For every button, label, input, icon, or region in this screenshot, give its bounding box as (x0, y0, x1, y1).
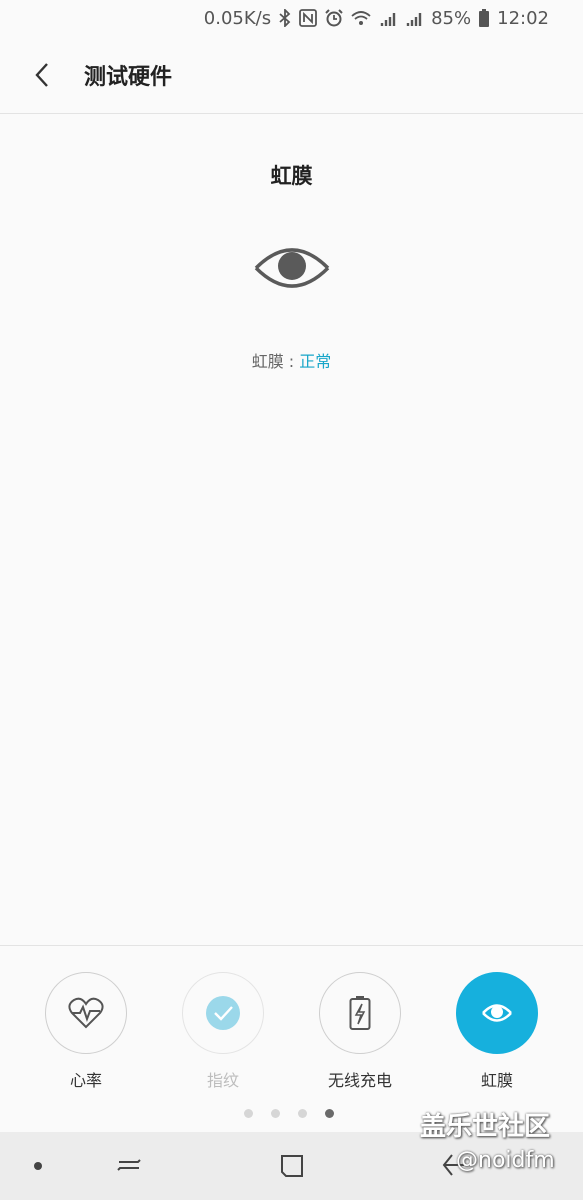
app-bar: 测试硬件 (0, 36, 583, 114)
eye-icon (253, 240, 331, 296)
status-bar: 0.05K/s 85% 12:02 (0, 0, 583, 36)
alarm-icon (325, 9, 343, 27)
heart-rate-icon (68, 997, 104, 1029)
chevron-left-icon (35, 62, 48, 87)
tab-iris-circle[interactable] (456, 972, 538, 1054)
nfc-icon (299, 9, 318, 27)
net-speed: 0.05K/s (203, 7, 272, 29)
bluetooth-icon (279, 9, 291, 27)
page-dot (298, 1109, 307, 1118)
battery-percent: 85% (431, 7, 472, 29)
nav-dot-icon[interactable] (34, 1162, 42, 1170)
status-label: 虹膜 : (251, 352, 300, 371)
tab-iris[interactable]: 虹膜 (447, 972, 547, 1091)
watermark: 盖乐世社区 (420, 1112, 551, 1142)
tab-fingerprint-label: 指纹 (206, 1071, 239, 1090)
page-title: 测试硬件 (84, 64, 173, 90)
battery-icon (479, 9, 490, 27)
home-button[interactable] (278, 1152, 306, 1184)
battery-charge-icon (349, 996, 371, 1030)
bottom-tab-panel: 心率 指纹 无线充电 虹膜 (0, 945, 583, 1132)
tab-wireless-charging-circle[interactable] (319, 972, 401, 1054)
home-icon (281, 1155, 303, 1177)
status-line: 虹膜 : 正常 (0, 348, 583, 372)
tab-wireless-charging-label: 无线充电 (327, 1071, 392, 1090)
page-indicator (244, 1109, 352, 1118)
recent-apps-icon (117, 1159, 141, 1171)
eye-icon (482, 1004, 512, 1022)
tab-iris-label: 虹膜 (480, 1071, 513, 1090)
tab-heart-rate-circle[interactable] (45, 972, 127, 1054)
back-button[interactable] (22, 55, 62, 95)
tab-fingerprint[interactable]: 指纹 (173, 972, 273, 1091)
tab-heart-rate[interactable]: 心率 (36, 972, 136, 1091)
status-value: 正常 (299, 352, 332, 371)
page-dot (271, 1109, 280, 1118)
check-icon (206, 996, 240, 1030)
signal-4g-icon (405, 10, 423, 26)
page-dot-active (325, 1109, 334, 1118)
signal-4g-icon (379, 10, 397, 26)
wifi-icon (351, 10, 371, 26)
clock: 12:02 (497, 7, 549, 29)
tab-fingerprint-circle[interactable] (182, 972, 264, 1054)
page-dot (244, 1109, 253, 1118)
tab-wireless-charging[interactable]: 无线充电 (310, 972, 410, 1091)
watermark-handle: @noidfm (456, 1148, 555, 1173)
test-title: 虹膜 (270, 164, 313, 188)
tab-heart-rate-label: 心率 (69, 1071, 102, 1090)
recent-apps-button[interactable] (116, 1152, 142, 1182)
